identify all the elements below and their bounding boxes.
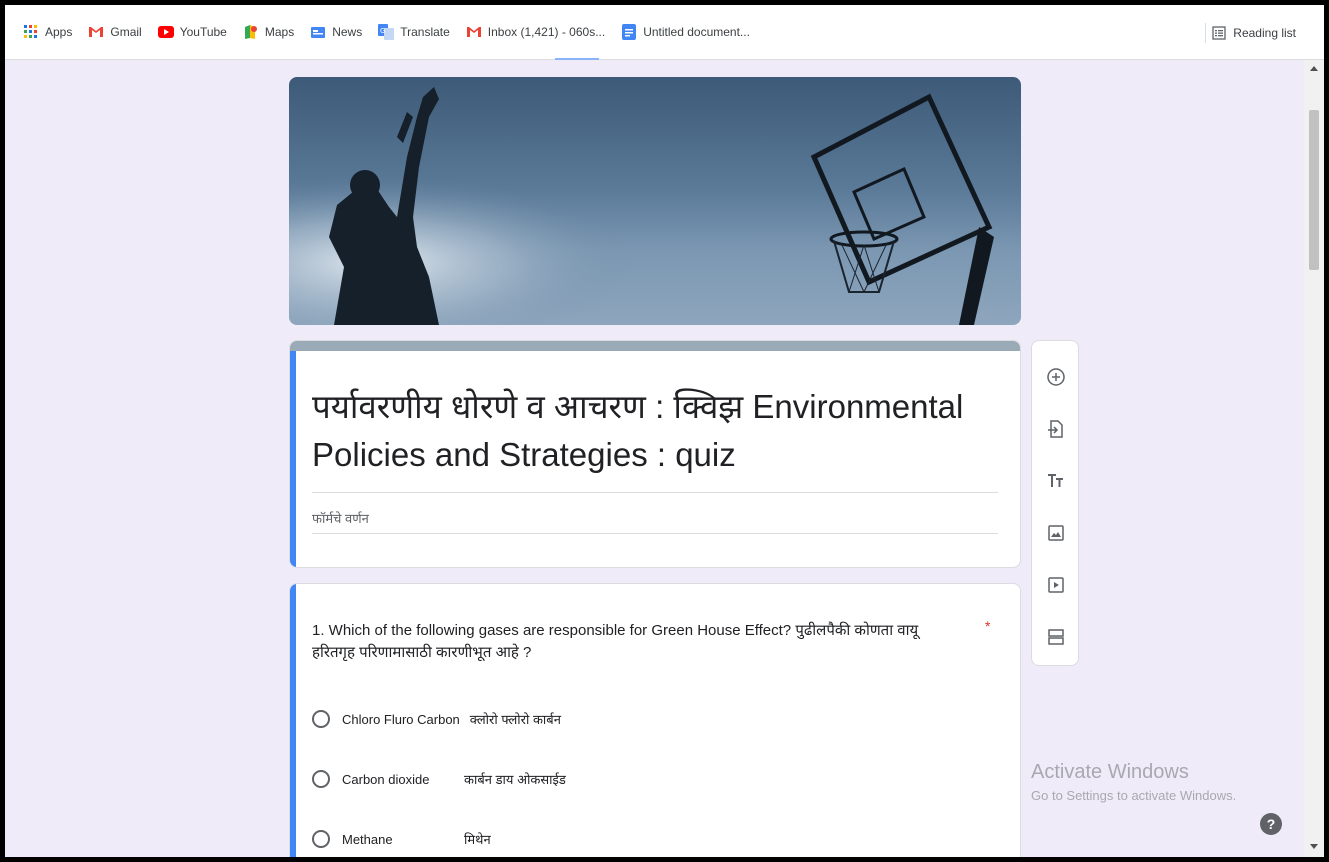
add-video-button[interactable] — [1044, 573, 1068, 597]
question-title: 1. Which of the following gases are resp… — [312, 622, 919, 661]
option-methane[interactable]: Methane मिथेन — [312, 830, 491, 848]
add-section-button[interactable] — [1044, 625, 1068, 649]
activate-windows-watermark: Activate Windows Go to Settings to activ… — [1031, 761, 1236, 803]
bookmark-apps[interactable]: Apps — [23, 24, 72, 40]
maps-icon — [243, 24, 259, 40]
bookmark-label: Translate — [400, 25, 450, 39]
active-card-indicator — [290, 351, 296, 567]
add-title-button[interactable] — [1044, 469, 1068, 493]
scroll-thumb[interactable] — [1309, 110, 1319, 270]
page-scrollbar[interactable] — [1304, 60, 1324, 857]
option-label: Carbon dioxide — [342, 771, 430, 787]
title-card-accent — [290, 341, 1020, 351]
add-question-icon — [1047, 368, 1065, 386]
radio-button[interactable] — [312, 770, 330, 788]
add-section-icon — [1048, 629, 1064, 645]
bookmark-maps[interactable]: Maps — [243, 24, 294, 40]
active-card-indicator — [290, 584, 296, 857]
radio-button[interactable] — [312, 710, 330, 728]
add-video-icon — [1048, 577, 1064, 593]
form-title[interactable]: पर्यावरणीय धोरणे व आचरण : क्विझ Environm… — [312, 383, 1002, 479]
option-label-marathi: मिथेन — [464, 832, 491, 847]
bookmark-label: Untitled document... — [643, 25, 750, 39]
description-underline — [312, 533, 998, 534]
help-button[interactable]: ? — [1260, 813, 1282, 835]
import-questions-icon — [1048, 420, 1063, 438]
option-label: Chloro Fluro Carbon — [342, 711, 460, 727]
browser-viewport: Apps Gmail YouTube Maps News G Translate… — [5, 5, 1324, 857]
required-asterisk: * — [985, 618, 991, 634]
bookmark-news[interactable]: News — [310, 24, 362, 40]
bookmark-inbox[interactable]: Inbox (1,421) - 060s... — [466, 24, 605, 40]
gmail-icon — [466, 24, 482, 40]
apps-grid-icon — [23, 24, 39, 40]
docs-icon — [621, 24, 637, 40]
add-question-button[interactable] — [1044, 365, 1068, 389]
import-questions-button[interactable] — [1044, 417, 1068, 441]
add-title-icon — [1048, 474, 1063, 487]
svg-text:G: G — [380, 27, 385, 35]
watermark-subtitle: Go to Settings to activate Windows. — [1031, 788, 1237, 803]
radio-button[interactable] — [312, 830, 330, 848]
question-card[interactable]: 1. Which of the following gases are resp… — [289, 583, 1021, 857]
reading-list-button[interactable]: Reading list — [1211, 5, 1296, 60]
bookmark-untitled-document[interactable]: Untitled document... — [621, 24, 750, 40]
form-side-toolbar — [1031, 340, 1079, 666]
form-description[interactable]: फॉर्मचे वर्णन — [312, 509, 369, 527]
youtube-icon — [157, 24, 174, 40]
option-chloro-fluro-carbon[interactable]: Chloro Fluro Carbon क्लोरो फ्लोरो कार्बन — [312, 710, 561, 728]
bookmark-translate[interactable]: G Translate — [378, 24, 450, 40]
add-image-icon — [1048, 525, 1064, 541]
translate-icon: G — [378, 24, 395, 40]
bookmarks-separator — [1205, 23, 1206, 43]
active-tab-indicator — [555, 58, 599, 60]
bookmark-gmail[interactable]: Gmail — [88, 24, 142, 40]
option-carbon-dioxide[interactable]: Carbon dioxide कार्बन डाय ओकसाईड — [312, 770, 566, 788]
bookmark-label: Inbox (1,421) - 060s... — [487, 25, 606, 39]
bookmark-label: Gmail — [110, 25, 142, 39]
news-icon — [310, 24, 326, 40]
title-underline — [312, 492, 998, 493]
option-label: Methane — [342, 831, 393, 847]
watermark-title: Activate Windows — [1031, 761, 1189, 783]
option-label-marathi: क्लोरो फ्लोरो कार्बन — [469, 712, 561, 727]
form-header-image — [289, 77, 1021, 325]
bookmark-label: Apps — [45, 25, 73, 39]
bookmark-youtube[interactable]: YouTube — [157, 24, 227, 40]
form-title-card: पर्यावरणीय धोरणे व आचरण : क्विझ Environm… — [289, 340, 1021, 568]
bookmark-label: News — [332, 25, 363, 39]
scroll-down-arrow-icon[interactable] — [1310, 844, 1318, 849]
bookmark-label: YouTube — [179, 25, 227, 39]
reading-list-label: Reading list — [1233, 25, 1296, 40]
reading-list-icon — [1211, 25, 1227, 41]
bookmarks-bar: Apps Gmail YouTube Maps News G Translate… — [5, 5, 1324, 60]
option-label-marathi: कार्बन डाय ओकसाईड — [464, 772, 566, 787]
scroll-up-arrow-icon[interactable] — [1310, 66, 1318, 71]
add-image-button[interactable] — [1044, 521, 1068, 545]
gmail-icon — [88, 24, 104, 40]
bookmark-label: Maps — [264, 25, 295, 39]
